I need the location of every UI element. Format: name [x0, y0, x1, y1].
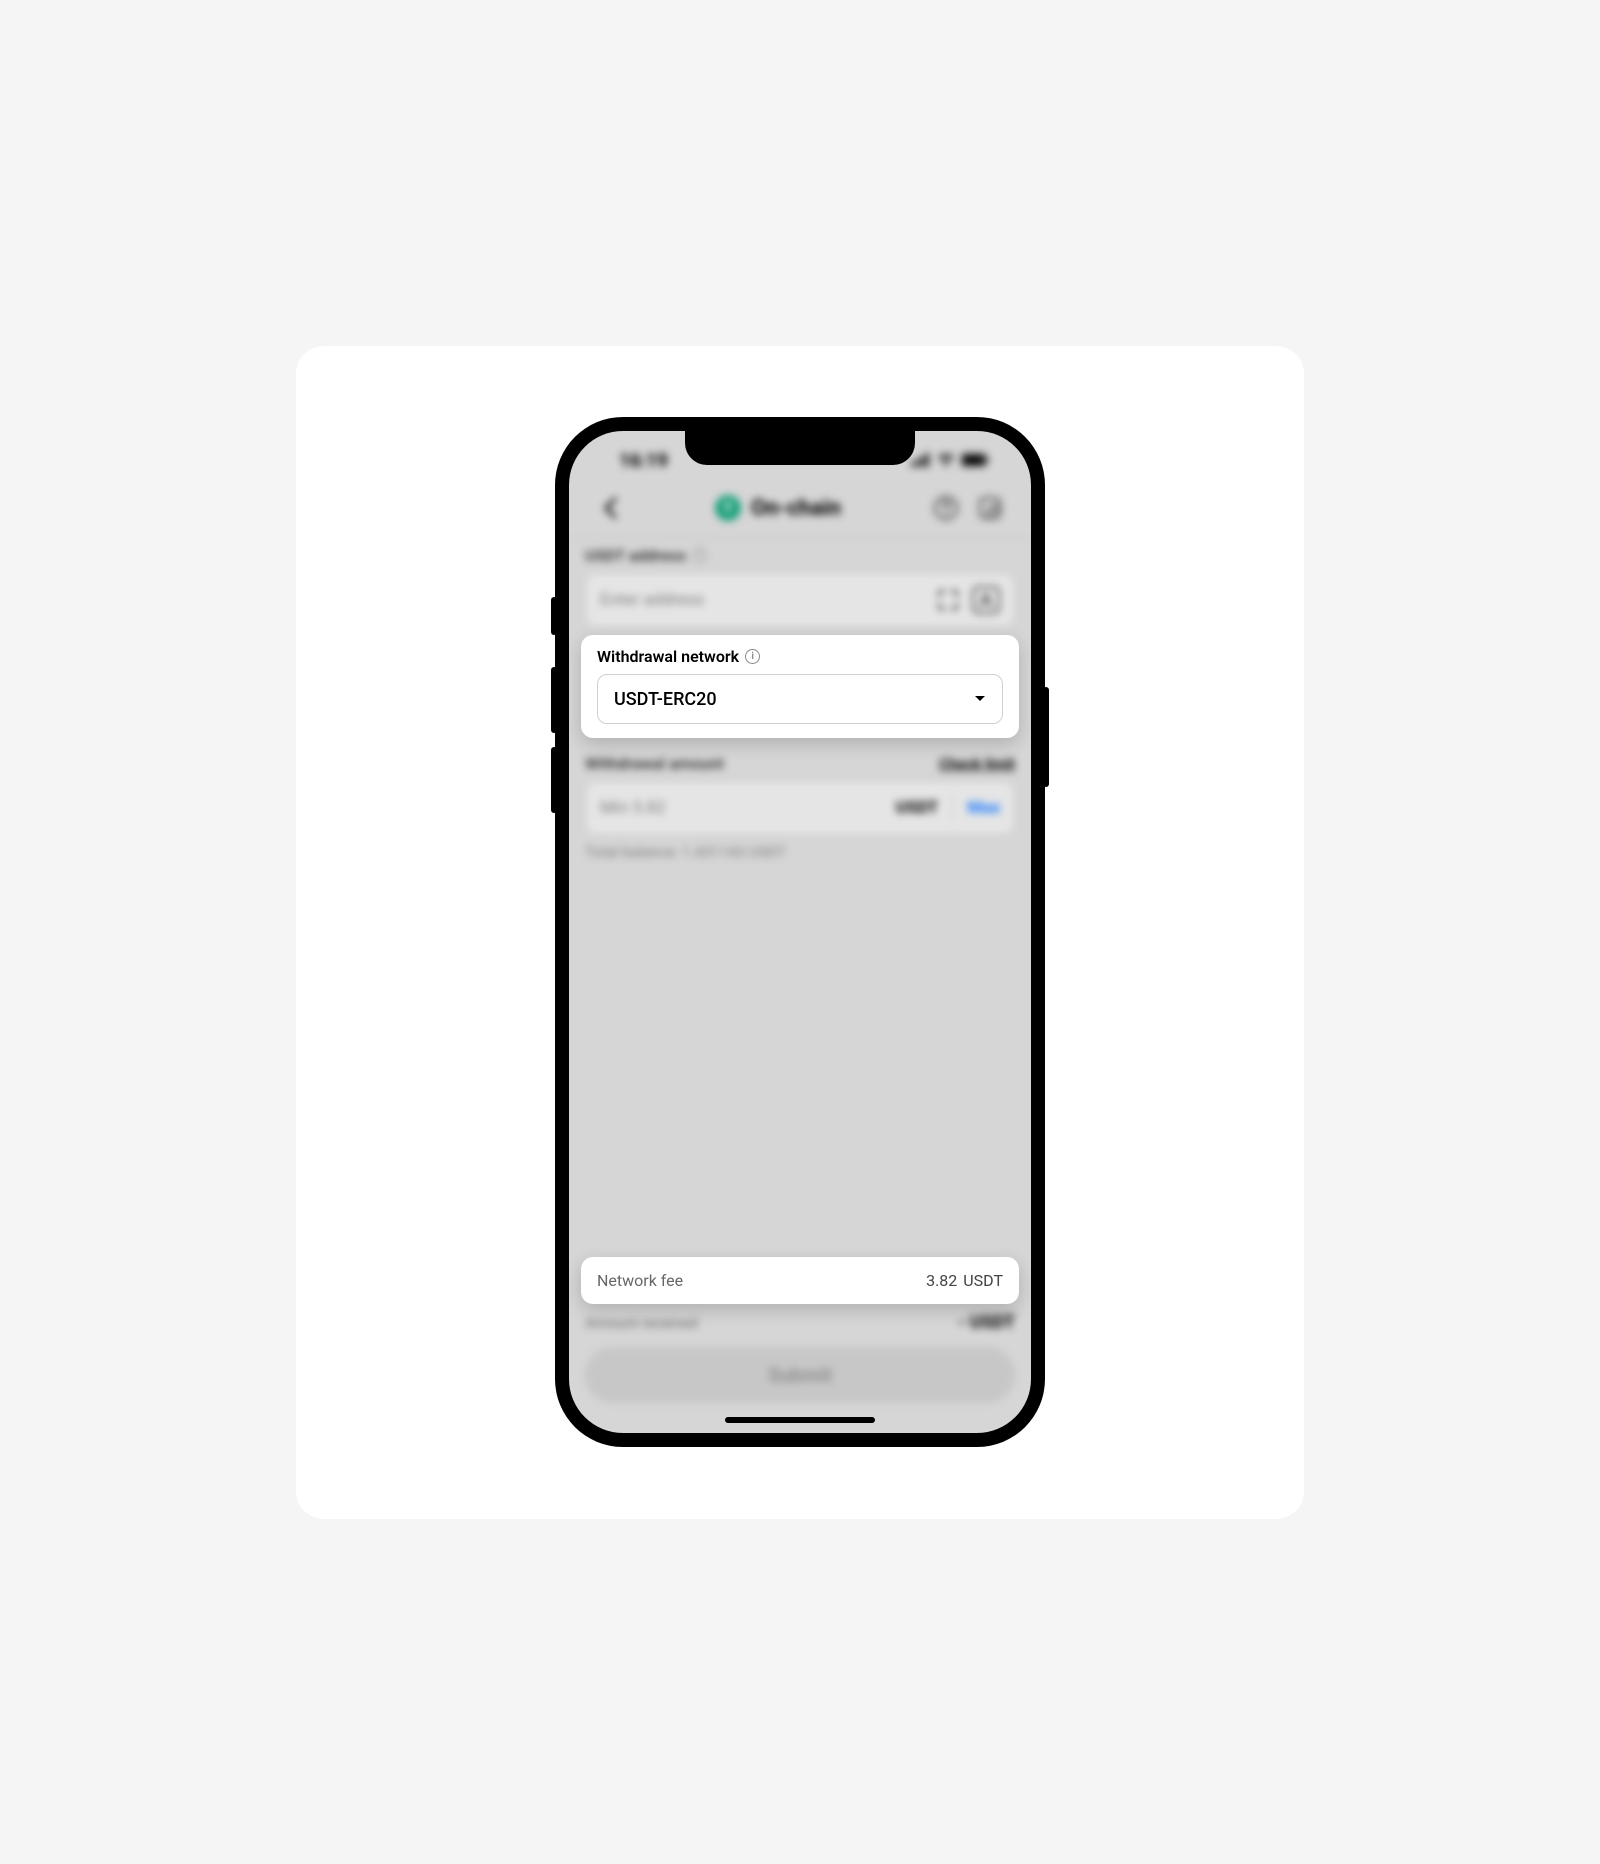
submit-button[interactable]: Submit: [585, 1347, 1015, 1403]
address-input[interactable]: Enter address: [585, 573, 1015, 627]
address-label: USDT address i: [585, 546, 1015, 565]
token-badge: T: [715, 495, 741, 521]
contact-icon: [978, 592, 994, 608]
network-selected: USDT-ERC20: [614, 689, 717, 710]
history-icon: [977, 495, 1003, 521]
received-label: Amount received: [585, 1314, 698, 1332]
page-title: On-chain: [751, 496, 841, 521]
amount-label-text: Withdrawal amount: [585, 754, 724, 773]
fee-panel: Network fee 3.82 USDT: [581, 1257, 1019, 1304]
help-button[interactable]: [931, 493, 961, 523]
address-placeholder: Enter address: [600, 590, 924, 610]
home-indicator: [725, 1417, 875, 1423]
phone-screen: 16:19 T On-chain: [569, 431, 1031, 1433]
max-button[interactable]: Max: [967, 798, 1000, 818]
wifi-icon: [936, 453, 956, 467]
balance-text: Total balance: 1.431143 USDT: [585, 843, 1015, 861]
network-label-text: Withdrawal network: [597, 647, 739, 666]
network-label: Withdrawal network i: [597, 647, 1003, 666]
scan-button[interactable]: [934, 586, 962, 614]
scan-icon: [936, 588, 960, 612]
network-panel: Withdrawal network i USDT-ERC20: [581, 635, 1019, 738]
status-indicators: [911, 453, 989, 467]
history-button[interactable]: [975, 493, 1005, 523]
network-dropdown[interactable]: USDT-ERC20: [597, 674, 1003, 724]
received-value: - USDT: [958, 1312, 1015, 1333]
signal-icon: [911, 453, 931, 467]
amount-unit: USDT: [896, 798, 939, 818]
phone-notch: [685, 431, 915, 465]
chevron-left-icon: [603, 497, 617, 519]
caret-down-icon: [974, 695, 986, 703]
fee-unit: USDT: [963, 1271, 1003, 1290]
info-icon[interactable]: i: [745, 649, 760, 664]
battery-icon: [961, 453, 989, 467]
amount-input[interactable]: Min 5.82 USDT Max: [585, 781, 1015, 835]
amount-label: Withdrawal amount: [585, 754, 724, 773]
page-header: T On-chain: [585, 479, 1015, 537]
check-limit-link[interactable]: Check limit: [939, 755, 1015, 773]
contacts-button[interactable]: [972, 586, 1000, 614]
fee-label: Network fee: [597, 1271, 683, 1290]
back-button[interactable]: [595, 493, 625, 523]
amount-placeholder: Min 5.82: [600, 798, 882, 818]
fee-value: 3.82: [926, 1271, 957, 1290]
info-icon[interactable]: i: [692, 548, 707, 563]
status-time: 16:19: [619, 449, 668, 472]
address-label-text: USDT address: [585, 546, 686, 565]
help-icon: [933, 495, 959, 521]
